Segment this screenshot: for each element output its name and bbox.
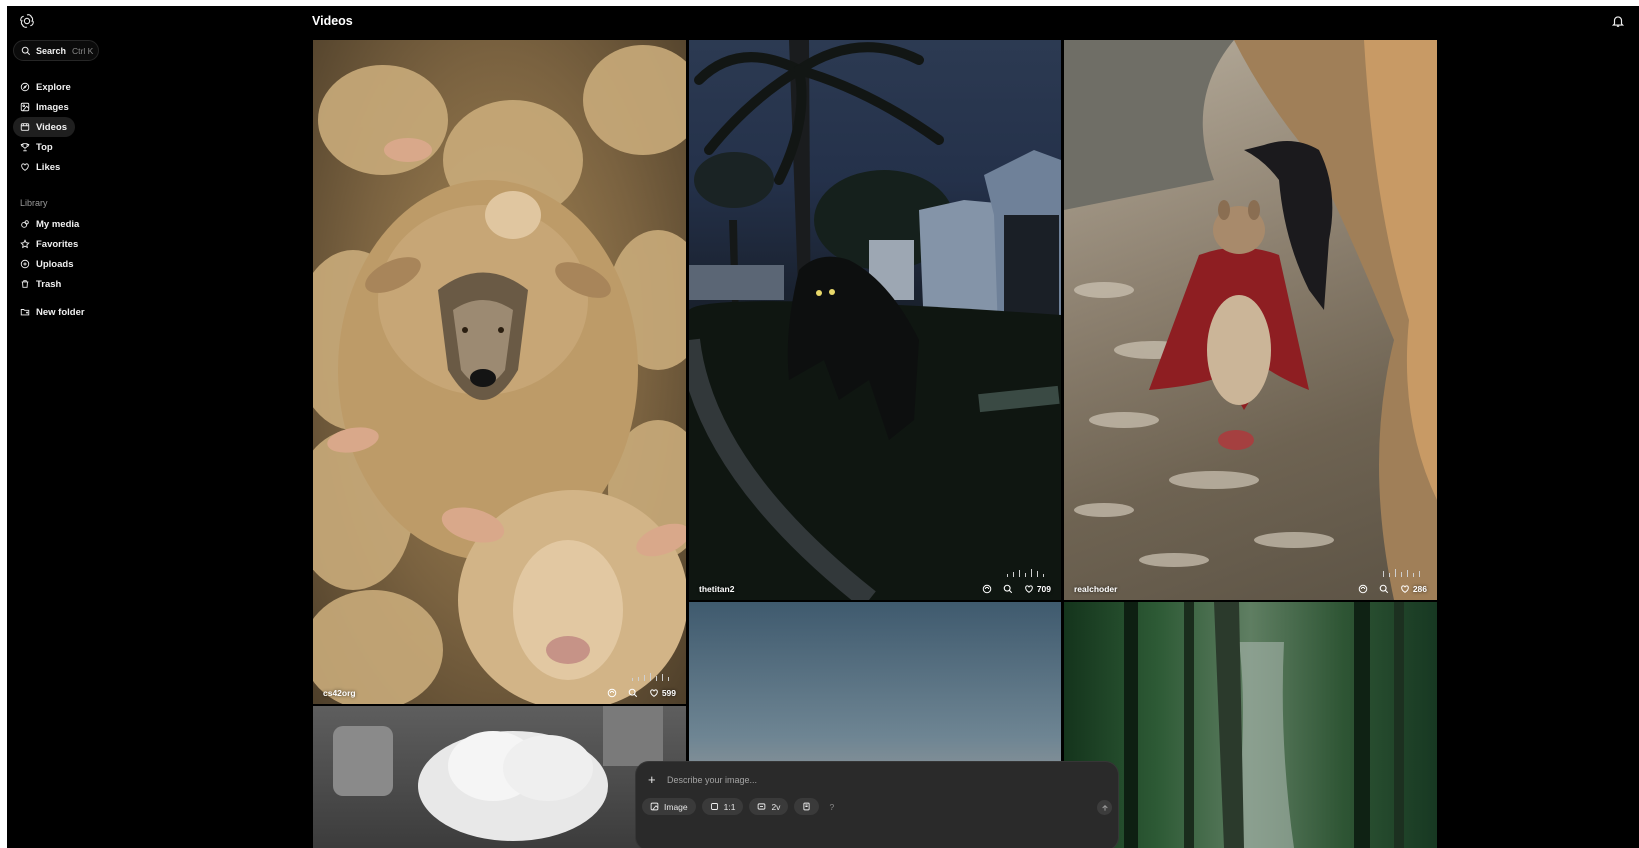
search-label: Search	[36, 45, 67, 56]
upload-icon	[20, 259, 30, 269]
search-icon[interactable]	[1379, 584, 1389, 594]
nav-item-likes[interactable]: Likes	[13, 157, 68, 177]
tile-illustration	[689, 40, 1061, 600]
search-shortcut: Ctrl K	[72, 45, 94, 56]
heart-icon[interactable]	[649, 688, 659, 698]
openai-logo-icon[interactable]	[19, 13, 35, 29]
trophy-icon	[20, 143, 30, 152]
tile-username[interactable]: thetitan2	[699, 584, 971, 594]
chip-label: 2v	[771, 801, 781, 812]
video-icon	[20, 123, 30, 131]
app-window: Search Ctrl K Explore Images Videos Top …	[7, 6, 1639, 848]
nav-label: Likes	[36, 161, 61, 173]
audio-wave-icon	[632, 673, 669, 681]
gallery-tile-wolf-sheep[interactable]: cs42org 599	[313, 40, 686, 704]
nav-item-videos[interactable]: Videos	[13, 117, 75, 137]
square-icon	[710, 803, 718, 810]
nav-label: Uploads	[36, 258, 74, 270]
audio-wave-icon	[1383, 569, 1420, 577]
nav-item-my-media[interactable]: My media	[13, 214, 87, 234]
nav-label: Top	[36, 141, 53, 153]
gallery-tile-squirrel[interactable]: realchoder 286	[1064, 40, 1437, 600]
variations-icon	[758, 803, 766, 810]
nav-item-top[interactable]: Top	[13, 137, 61, 157]
media-icon	[21, 220, 29, 228]
composer-options: Image 1:1 2v ?	[642, 798, 838, 815]
add-attachment-button[interactable]: +	[648, 772, 656, 787]
tile-like-count: 709	[1036, 584, 1051, 594]
heart-icon[interactable]	[1400, 584, 1410, 594]
star-icon	[20, 239, 30, 249]
library-nav: My media Favorites Uploads Trash	[13, 214, 153, 294]
search-icon	[21, 46, 31, 55]
main-nav: Explore Images Videos Top Likes	[13, 77, 153, 177]
tile-like-count: 286	[1412, 584, 1427, 594]
chip-media-type[interactable]: Image	[642, 798, 696, 815]
remix-icon[interactable]	[607, 688, 617, 698]
tile-illustration	[313, 45, 686, 704]
nav-item-uploads[interactable]: Uploads	[13, 254, 81, 274]
nav-label: Images	[36, 101, 69, 113]
gallery-tile-night-creature[interactable]: thetitan2 709	[689, 40, 1061, 600]
nav-label: Explore	[36, 81, 71, 93]
tile-username[interactable]: realchoder	[1074, 584, 1347, 594]
help-button[interactable]: ?	[825, 798, 838, 815]
search-icon[interactable]	[1003, 584, 1013, 594]
tile-illustration	[1124, 602, 1404, 848]
gallery-tile-chef[interactable]	[313, 706, 686, 848]
nav-label: Videos	[36, 121, 67, 133]
nav-label: Trash	[36, 278, 62, 290]
gallery-tile-forest[interactable]	[1064, 602, 1437, 848]
bell-icon[interactable]	[1611, 14, 1625, 28]
audio-wave-icon	[1007, 569, 1044, 577]
nav-item-images[interactable]: Images	[13, 97, 77, 117]
new-folder-button[interactable]: New folder	[13, 302, 93, 322]
trash-icon	[21, 280, 29, 288]
tile-overlay: cs42org 599	[323, 688, 676, 698]
chip-aspect-ratio[interactable]: 1:1	[701, 798, 744, 815]
chip-variations[interactable]: 2v	[749, 798, 789, 815]
nav-item-trash[interactable]: Trash	[13, 274, 69, 294]
chip-style[interactable]	[794, 798, 820, 815]
nav-item-explore[interactable]: Explore	[13, 77, 79, 97]
page-title: Videos	[312, 14, 353, 28]
nav-item-favorites[interactable]: Favorites	[13, 234, 86, 254]
remix-icon[interactable]	[1358, 584, 1368, 594]
tile-overlay: realchoder 286	[1074, 584, 1427, 594]
nav-label: My media	[36, 218, 80, 230]
heart-icon[interactable]	[1024, 584, 1034, 594]
folder-plus-icon	[20, 309, 30, 316]
chip-label: Image	[664, 801, 688, 812]
nav-label: Favorites	[36, 238, 79, 250]
chip-label: 1:1	[723, 801, 736, 812]
search-button[interactable]: Search Ctrl K	[13, 40, 99, 61]
image-icon	[20, 102, 30, 112]
arrow-up-icon	[1101, 804, 1108, 811]
tile-username[interactable]: cs42org	[323, 688, 596, 698]
compass-icon	[20, 82, 30, 92]
help-icon: ?	[829, 801, 835, 812]
image-icon	[650, 802, 659, 811]
prompt-composer: + Describe your image... Image 1:1 2v ?	[635, 761, 1119, 848]
remix-icon[interactable]	[982, 584, 992, 594]
tile-illustration	[1064, 40, 1437, 600]
library-heading: Library	[20, 198, 48, 208]
search-icon[interactable]	[628, 688, 638, 698]
tile-illustration	[333, 706, 663, 841]
submit-button[interactable]	[1097, 800, 1112, 815]
nav-label: New folder	[36, 306, 85, 318]
tile-overlay: thetitan2 709	[699, 584, 1051, 594]
folder-nav: New folder	[13, 302, 153, 322]
tile-like-count: 599	[661, 688, 676, 698]
prompt-input[interactable]: Describe your image...	[667, 775, 757, 785]
style-icon	[803, 802, 811, 811]
heart-icon	[21, 163, 29, 171]
